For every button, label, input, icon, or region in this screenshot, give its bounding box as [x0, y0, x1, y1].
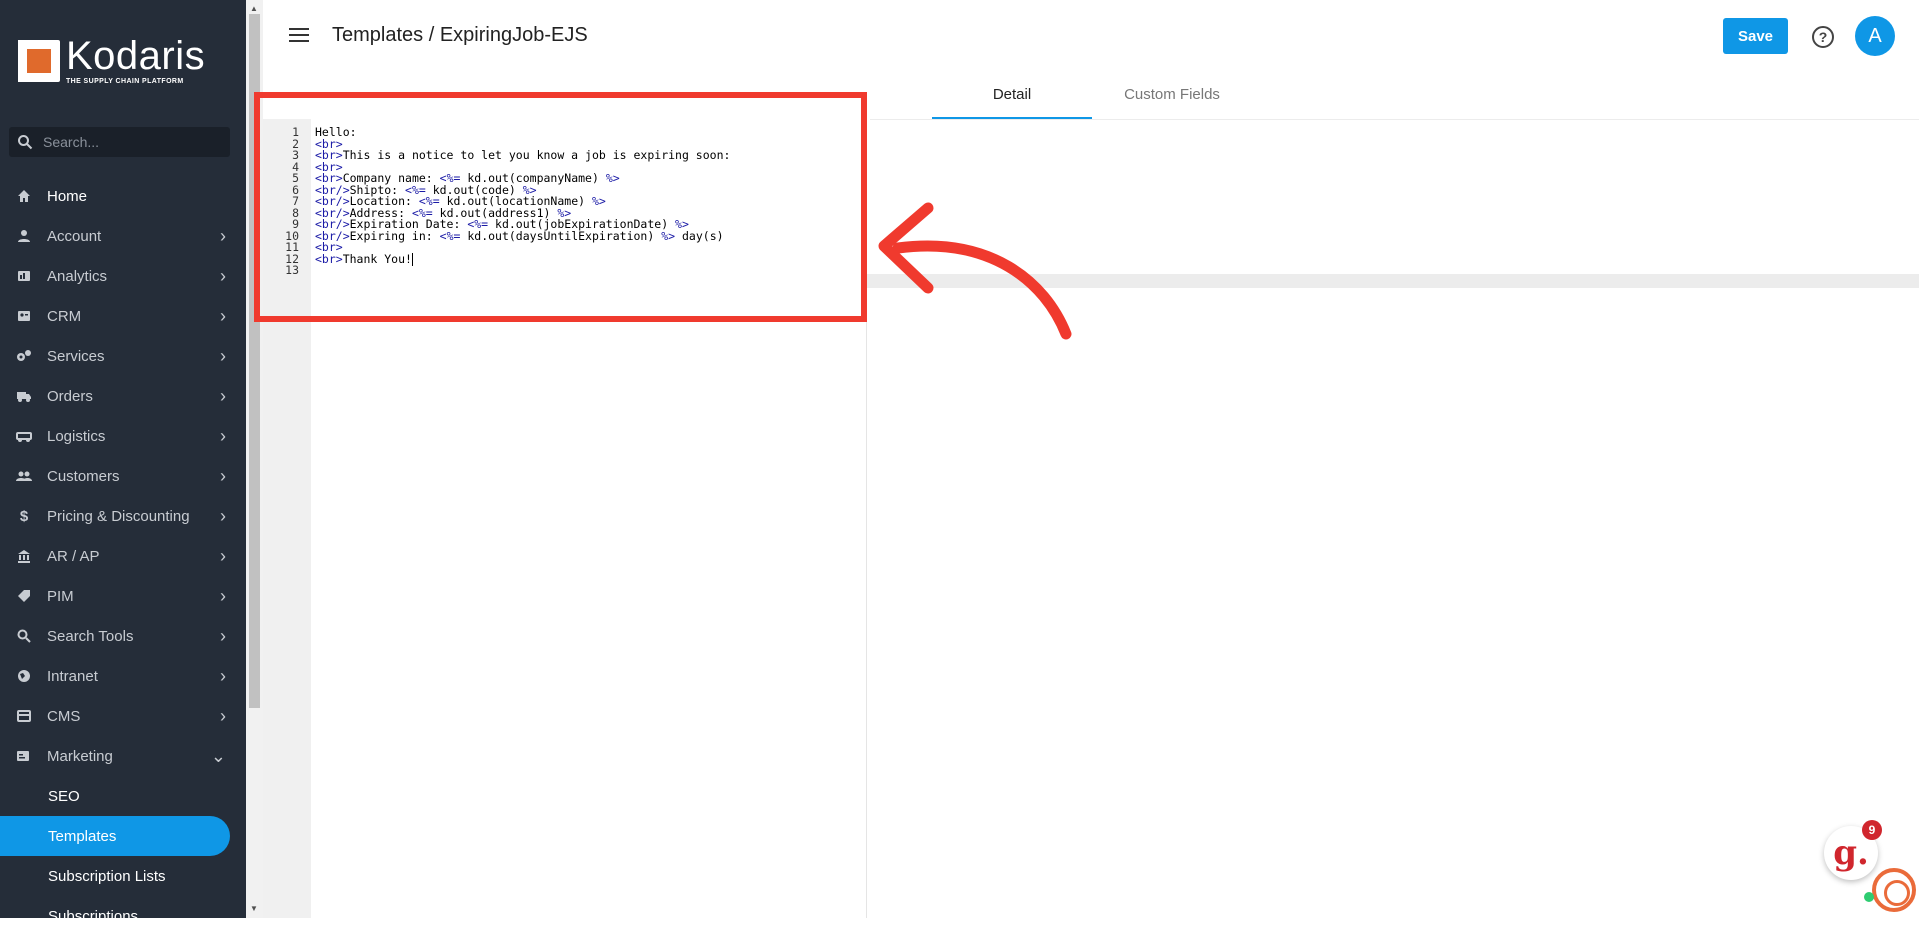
- sidebar-item-marketing[interactable]: Marketing ⌄: [0, 736, 246, 776]
- hamburger-menu-icon[interactable]: [289, 28, 309, 44]
- help-icon[interactable]: ?: [1812, 26, 1834, 48]
- chevron-right-icon: ›: [220, 465, 226, 486]
- person-icon: [16, 228, 32, 244]
- tab-divider: [870, 119, 1919, 120]
- chevron-down-icon: ⌄: [210, 745, 226, 766]
- sidebar-item-analytics[interactable]: Analytics ›: [0, 256, 246, 296]
- search-icon: [16, 628, 32, 644]
- scroll-down-icon[interactable]: ▼: [250, 904, 258, 913]
- chat-notification-badge: 9: [1862, 820, 1882, 840]
- crm-icon: [16, 308, 32, 324]
- sidebar-item-label: Marketing: [47, 747, 113, 765]
- chevron-right-icon: ›: [220, 265, 226, 286]
- sidebar-item-label: Customers: [47, 467, 120, 485]
- chevron-right-icon: ›: [220, 425, 226, 446]
- sidebar-subitem-seo[interactable]: SEO: [0, 776, 246, 816]
- cms-icon: [16, 708, 32, 724]
- sidebar-item-pim[interactable]: PIM ›: [0, 576, 246, 616]
- chevron-right-icon: ›: [220, 345, 226, 366]
- logistics-icon: [16, 428, 32, 444]
- sidebar-item-label: Logistics: [47, 427, 106, 445]
- highlight-annotation-box: [254, 92, 867, 322]
- search-input[interactable]: [43, 134, 213, 150]
- detail-tabs: Detail Custom Fields: [932, 80, 1252, 120]
- sidebar-item-label: CMS: [47, 707, 81, 725]
- logo-name: Kodaris: [66, 34, 206, 78]
- sidebar-item-home[interactable]: Home: [0, 176, 246, 216]
- sidebar-item-label: PIM: [47, 587, 74, 605]
- sidebar-item-label: Services: [47, 347, 105, 365]
- sidebar-subitem-subscription-lists[interactable]: Subscription Lists: [0, 856, 246, 896]
- chevron-right-icon: ›: [220, 545, 226, 566]
- user-avatar[interactable]: A: [1855, 16, 1895, 56]
- sidebar-item-intranet[interactable]: Intranet ›: [0, 656, 246, 696]
- tag-icon: [16, 588, 32, 604]
- truck-icon: [16, 388, 32, 404]
- sidebar-item-search-tools[interactable]: Search Tools ›: [0, 616, 246, 656]
- sidebar-item-label: Orders: [47, 387, 93, 405]
- online-status-dot: [1864, 892, 1874, 902]
- kodaris-logo-mark: [18, 39, 60, 82]
- sidebar-nav: Home Account › Analytics › CRM › Services › Order…: [0, 176, 246, 936]
- sidebar-item-label: AR / AP: [47, 547, 100, 565]
- chevron-right-icon: ›: [220, 705, 226, 726]
- chevron-right-icon: ›: [220, 665, 226, 686]
- scroll-up-icon[interactable]: ▲: [250, 4, 258, 13]
- marketing-icon: [16, 748, 32, 764]
- chevron-right-icon: ›: [220, 225, 226, 246]
- sidebar-subitem-templates[interactable]: Templates: [0, 816, 230, 856]
- chevron-right-icon: ›: [220, 385, 226, 406]
- sidebar-item-label: Analytics: [47, 267, 108, 285]
- search-icon: [18, 135, 33, 150]
- sidebar: Kodaris THE SUPPLY CHAIN PLATFORM Home Ac…: [0, 0, 246, 925]
- chevron-right-icon: ›: [220, 585, 226, 606]
- bank-icon: [16, 548, 32, 564]
- sidebar-item-label: Search Tools: [47, 627, 134, 645]
- chevron-right-icon: ›: [220, 305, 226, 326]
- sidebar-item-crm[interactable]: CRM ›: [0, 296, 246, 336]
- sidebar-item-label: Pricing & Discounting: [47, 507, 190, 525]
- sidebar-search[interactable]: [9, 127, 230, 157]
- sidebar-item-orders[interactable]: Orders ›: [0, 376, 246, 416]
- sidebar-item-pricing-discounting[interactable]: $ Pricing & Discounting ›: [0, 496, 246, 536]
- sidebar-subitem-subscriptions[interactable]: Subscriptions: [0, 896, 246, 936]
- sidebar-item-logistics[interactable]: Logistics ›: [0, 416, 246, 456]
- support-chat-icon[interactable]: [1872, 868, 1916, 912]
- chevron-right-icon: ›: [220, 625, 226, 646]
- sidebar-item-label: Account: [47, 227, 102, 245]
- logo-tagline: THE SUPPLY CHAIN PLATFORM: [66, 78, 184, 85]
- sidebar-item-ar-ap[interactable]: AR / AP ›: [0, 536, 246, 576]
- home-icon: [16, 188, 32, 204]
- save-button[interactable]: Save: [1723, 18, 1788, 54]
- kodaris-logo[interactable]: Kodaris THE SUPPLY CHAIN PLATFORM: [18, 36, 205, 85]
- sidebar-item-label: CRM: [47, 307, 82, 325]
- people-icon: [16, 468, 32, 484]
- chevron-right-icon: ›: [220, 505, 226, 526]
- annotation-arrow-icon: [878, 202, 1072, 340]
- sidebar-item-services[interactable]: Services ›: [0, 336, 246, 376]
- sidebar-item-label: Home: [47, 187, 88, 205]
- analytics-icon: [16, 268, 32, 284]
- sidebar-item-label: Intranet: [47, 667, 98, 685]
- gears-icon: [16, 348, 32, 364]
- intranet-icon: [16, 668, 32, 684]
- tab-custom-fields[interactable]: Custom Fields: [1092, 80, 1252, 120]
- sidebar-item-cms[interactable]: CMS ›: [0, 696, 246, 736]
- sidebar-item-account[interactable]: Account ›: [0, 216, 246, 256]
- breadcrumb: Templates / ExpiringJob-EJS: [332, 24, 588, 46]
- top-header: Templates / ExpiringJob-EJS Save ? A: [263, 0, 1919, 74]
- dollar-icon: $: [19, 507, 29, 525]
- tab-detail[interactable]: Detail: [932, 80, 1092, 120]
- sidebar-item-customers[interactable]: Customers ›: [0, 456, 246, 496]
